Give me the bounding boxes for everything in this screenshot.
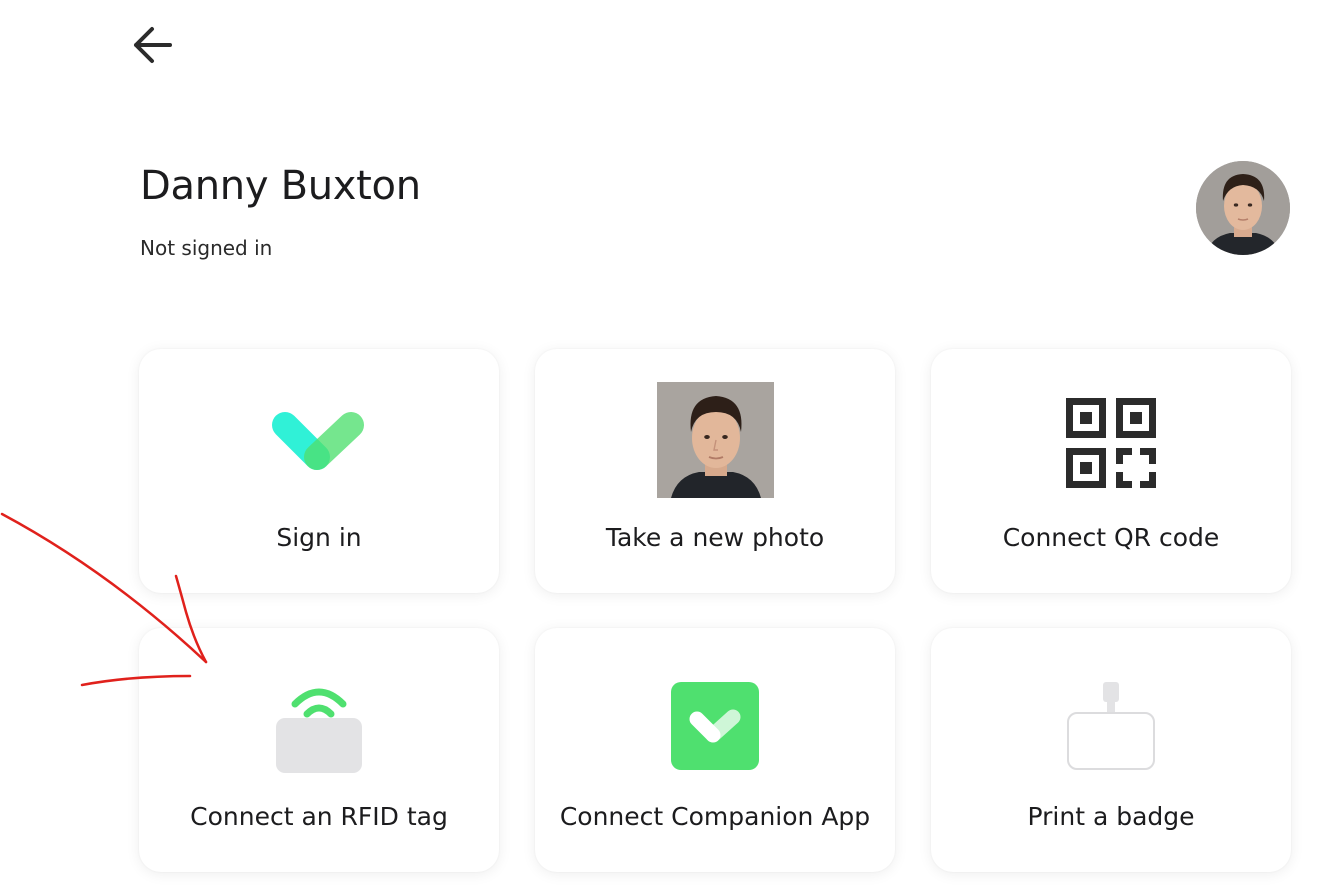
companion-app-icon [671,682,759,770]
qr-code-icon [1066,398,1156,488]
take-photo-card[interactable]: Take a new photo [535,349,895,593]
user-name: Danny Buxton [140,163,421,209]
print-badge-card[interactable]: Print a badge [931,628,1291,872]
sign-in-status: Not signed in [140,236,273,260]
connect-rfid-card[interactable]: Connect an RFID tag [139,628,499,872]
user-photo [656,382,774,498]
badge-icon [1067,682,1155,770]
connect-qr-card[interactable]: Connect QR code [931,349,1291,593]
back-button[interactable] [128,22,176,68]
print-badge-label: Print a badge [1027,802,1195,831]
connect-qr-label: Connect QR code [1002,523,1220,552]
connect-companion-card[interactable]: Connect Companion App [535,628,895,872]
rfid-tag-icon [276,688,362,773]
user-avatar[interactable] [1196,161,1290,255]
sign-in-card[interactable]: Sign in [139,349,499,593]
connect-rfid-label: Connect an RFID tag [190,802,448,831]
take-photo-label: Take a new photo [605,523,825,552]
sign-in-label: Sign in [276,523,362,552]
connect-companion-label: Connect Companion App [559,802,871,831]
arrow-left-icon [134,27,172,63]
checkmark-logo-icon [272,412,364,470]
